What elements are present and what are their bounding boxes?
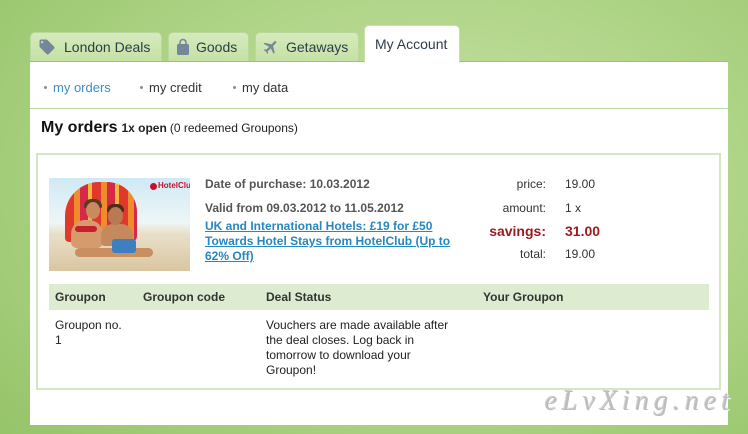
bullet	[140, 86, 143, 90]
tab-label: Getaways	[286, 39, 349, 55]
savings-label: savings:	[489, 223, 546, 239]
table-cell-groupon-code	[137, 310, 260, 378]
subnav-label: my data	[242, 80, 289, 95]
price-label: price:	[516, 177, 546, 191]
shopping-bag-icon	[177, 38, 189, 55]
price-value: 19.00	[565, 177, 596, 191]
tab-goods[interactable]: Goods	[168, 32, 249, 62]
tab-london-deals[interactable]: London Deals	[30, 32, 162, 62]
purchase-date: Date of purchase: 10.03.2012	[205, 177, 370, 191]
tab-label: Goods	[196, 39, 238, 55]
total-label: total:	[519, 247, 546, 261]
hotelclub-logo: HotelClub	[158, 181, 190, 190]
column-header-groupon-code: Groupon code	[137, 284, 260, 310]
tab-getaways[interactable]: Getaways	[255, 32, 359, 62]
airplane-icon	[263, 41, 277, 54]
hotelclub-logo-mark	[150, 183, 157, 190]
savings-value: 31.00	[565, 223, 601, 239]
validity-period: Valid from 09.03.2012 to 11.05.2012	[205, 201, 404, 215]
subnav-my-credit[interactable]: my credit	[140, 80, 202, 96]
photo-shorts	[112, 239, 136, 253]
tab-my-account[interactable]: My Account	[364, 25, 460, 63]
tag-icon	[39, 39, 55, 55]
table-cell-deal-status: Vouchers are made available after the de…	[266, 318, 449, 377]
divider	[30, 108, 728, 109]
groupon-table: Groupon Groupon code Deal Status Your Gr…	[49, 284, 709, 378]
bullet	[233, 86, 236, 90]
bullet	[44, 86, 47, 90]
table-cell-groupon: Groupon no. 1	[55, 318, 122, 347]
photo-face	[108, 207, 123, 225]
page-title: My orders	[41, 119, 118, 136]
amount-value: 1 x	[565, 201, 582, 215]
photo-bikini	[75, 226, 97, 232]
photo-face	[86, 202, 100, 219]
subnav-my-data[interactable]: my data	[233, 80, 288, 96]
tab-label: London Deals	[64, 39, 151, 55]
open-count: 1x open	[121, 121, 167, 135]
column-header-groupon: Groupon	[49, 284, 137, 310]
subnav-label: my orders	[53, 80, 111, 95]
tab-label: My Account	[375, 36, 448, 52]
subnav-my-orders[interactable]: my orders	[44, 80, 111, 96]
table-cell-your-groupon	[477, 310, 709, 378]
column-header-deal-status: Deal Status	[260, 284, 477, 310]
account-panel: my orders my credit my data My orders 1x …	[30, 61, 728, 425]
amount-label: amount:	[502, 201, 546, 215]
watermark: eLvXing.net	[545, 386, 735, 417]
orders-heading: My orders 1x open (0 redeemed Groupons)	[41, 118, 298, 138]
photo-woman	[71, 220, 103, 248]
deal-image[interactable]: HotelClub	[49, 178, 190, 271]
redeemed-note: (0 redeemed Groupons)	[169, 121, 298, 135]
order-card: HotelClub Date of purchase: 10.03.2012 V…	[36, 153, 721, 390]
subnav-label: my credit	[149, 80, 202, 95]
deal-title-link[interactable]: UK and International Hotels: £19 for £50…	[205, 219, 460, 264]
total-value: 19.00	[565, 247, 596, 261]
column-header-your-groupon: Your Groupon	[477, 284, 709, 310]
